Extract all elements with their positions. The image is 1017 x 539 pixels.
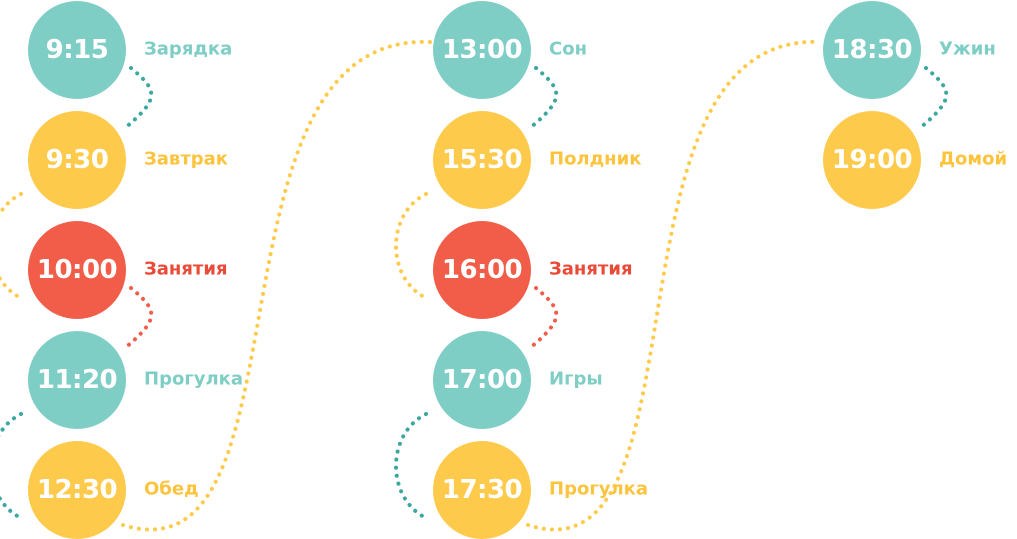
dotted-connector [0, 192, 23, 300]
time-circle: 13:00 [433, 1, 531, 99]
activity-label: Зарядка [144, 38, 233, 60]
schedule-diagram: 9:15 Зарядка 9:30 Завтрак 10:00 Занятия 11:20 П… [0, 0, 1017, 539]
activity-label: Ужин [939, 38, 996, 60]
dotted-connector [123, 286, 154, 350]
activity-label: Завтрак [144, 148, 229, 170]
time-circle: 11:20 [28, 331, 126, 429]
activity-label: Домой [939, 148, 1008, 170]
activity-label: Прогулка [549, 478, 648, 500]
activity-label: Прогулка [144, 368, 243, 390]
activity-label: Занятия [549, 258, 633, 280]
activity-label: Полдник [549, 148, 642, 170]
activity-label: Игры [549, 368, 603, 390]
activity-label: Обед [144, 478, 199, 500]
time-circle: 17:30 [433, 441, 531, 539]
dotted-connector [121, 39, 432, 532]
dotted-connector [394, 192, 428, 300]
time-circle: 19:00 [823, 111, 921, 209]
dotted-connector [918, 66, 949, 130]
dotted-connector [528, 286, 559, 350]
time-circle: 12:30 [28, 441, 126, 539]
dotted-connector [394, 412, 428, 520]
time-circle: 9:15 [28, 1, 126, 99]
time-circle: 9:30 [28, 111, 126, 209]
time-circle: 10:00 [28, 221, 126, 319]
activity-label: Занятия [144, 258, 228, 280]
dotted-connector [123, 66, 154, 130]
time-circle: 17:00 [433, 331, 531, 429]
time-circle: 16:00 [433, 221, 531, 319]
time-circle: 18:30 [823, 1, 921, 99]
dotted-connector [526, 39, 822, 532]
activity-label: Сон [549, 38, 588, 60]
dotted-connector [0, 412, 23, 520]
dotted-connector [528, 66, 559, 130]
time-circle: 15:30 [433, 111, 531, 209]
